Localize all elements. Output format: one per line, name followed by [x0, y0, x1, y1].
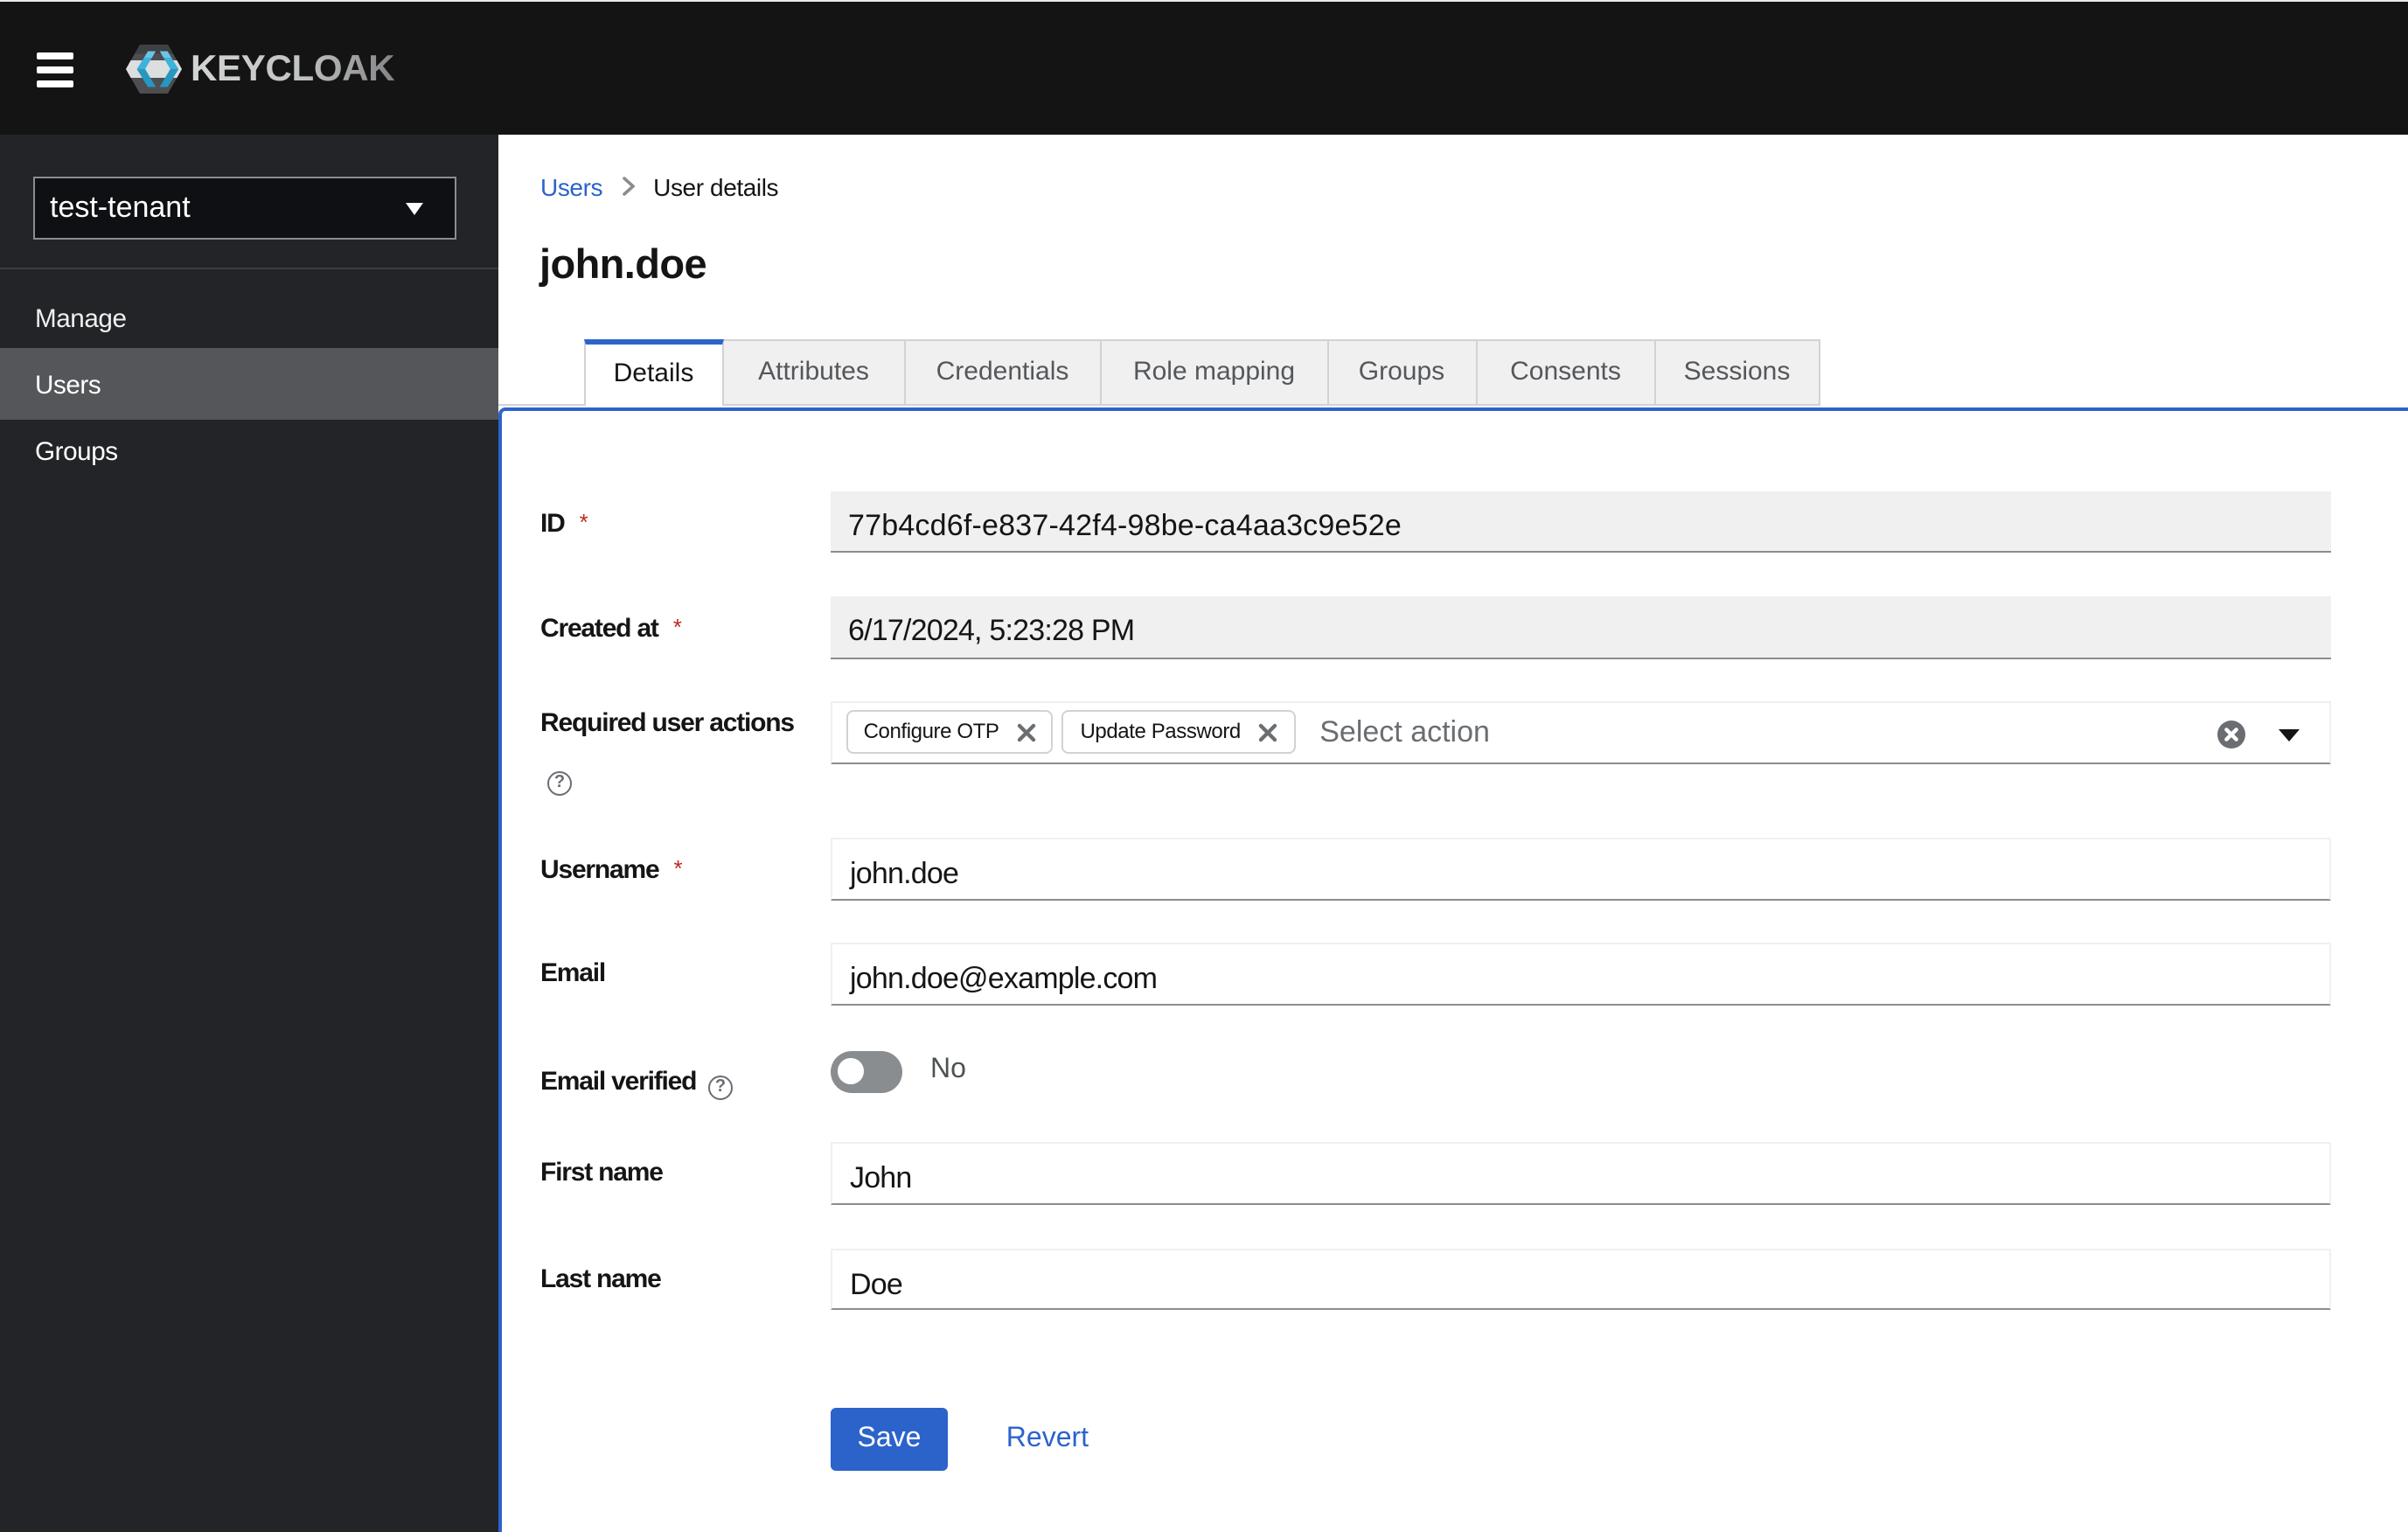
svg-text:KEYCLOAK: KEYCLOAK	[190, 46, 393, 87]
